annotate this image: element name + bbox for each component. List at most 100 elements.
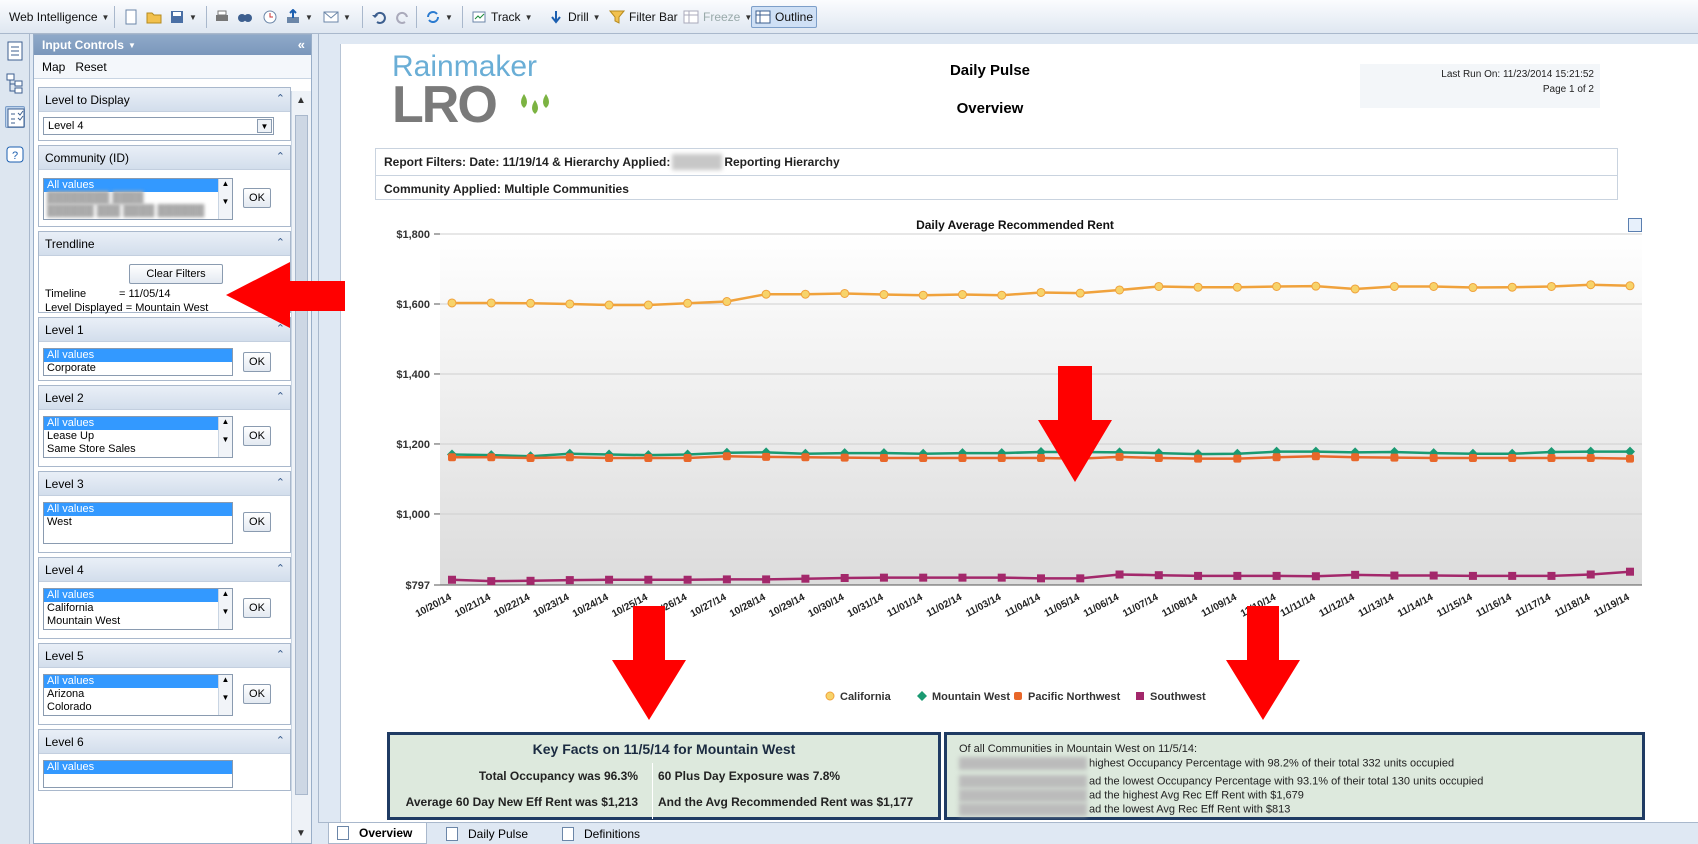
save-icon[interactable]: ▼ xyxy=(166,6,200,28)
data-point xyxy=(958,453,967,462)
undo-icon[interactable] xyxy=(368,6,390,28)
tab-definitions[interactable]: Definitions xyxy=(554,823,654,844)
level2-list[interactable]: All values Lease Up Same Store Sales ▲ ▼ xyxy=(43,416,233,458)
list-scrollbar[interactable]: ▲ ▼ xyxy=(218,179,232,219)
tab-daily-pulse[interactable]: Daily Pulse xyxy=(438,823,542,844)
email-icon[interactable]: ▼ xyxy=(320,6,354,28)
panel-scrollbar[interactable]: ▲ ▼ xyxy=(291,91,311,843)
list-item[interactable]: All values xyxy=(44,503,232,516)
help-icon[interactable]: ? xyxy=(5,144,25,166)
refresh-icon[interactable]: ▼ xyxy=(422,6,456,28)
list-item[interactable]: All values xyxy=(44,349,232,362)
list-item[interactable]: California xyxy=(44,602,232,615)
app-menu-label: Web Intelligence xyxy=(9,10,98,24)
control-title-label: Level 2 xyxy=(45,390,84,405)
collapse-chevron-icon[interactable]: ⌃ xyxy=(276,476,285,489)
find-icon[interactable] xyxy=(234,6,256,28)
track-button[interactable]: Track ▼ xyxy=(468,6,535,28)
filter-bar-label: Filter Bar xyxy=(629,10,678,24)
clear-filters-button[interactable]: Clear Filters xyxy=(129,264,223,284)
data-point xyxy=(1076,454,1085,463)
history-icon[interactable] xyxy=(259,6,281,28)
print-icon[interactable] xyxy=(211,6,233,28)
collapse-chevron-icon[interactable]: ⌃ xyxy=(276,734,285,747)
list-item[interactable]: All values xyxy=(44,589,232,602)
map-link[interactable]: Map xyxy=(42,60,65,74)
chevron-down-icon[interactable]: ▼ xyxy=(257,119,272,133)
list-item[interactable]: Corporate xyxy=(44,362,232,375)
chevron-down-icon: ▼ xyxy=(445,12,453,22)
list-item[interactable]: Lease Up xyxy=(44,430,232,443)
ok-button[interactable]: OK xyxy=(243,512,271,532)
x-tick-label: 11/15/14 xyxy=(1435,592,1474,620)
list-item[interactable]: Arizona xyxy=(44,688,232,701)
collapse-chevron-icon[interactable]: ⌃ xyxy=(276,236,285,249)
level3-list[interactable]: All values West xyxy=(43,502,233,544)
list-item[interactable]: Same Store Sales xyxy=(44,443,232,456)
ok-button[interactable]: OK xyxy=(243,684,271,704)
level6-list[interactable]: All values xyxy=(43,760,233,788)
reset-link[interactable]: Reset xyxy=(75,60,106,74)
list-item[interactable]: All values xyxy=(44,179,232,192)
collapse-panel-icon[interactable]: « xyxy=(298,37,305,52)
collapse-chevron-icon[interactable]: ⌃ xyxy=(276,92,285,105)
data-point xyxy=(565,453,574,462)
data-point xyxy=(1154,453,1163,462)
level5-list[interactable]: All values Arizona Colorado ▲ ▼ xyxy=(43,674,233,716)
x-tick-label: 11/07/14 xyxy=(1121,592,1160,620)
document-summary-icon[interactable] xyxy=(5,40,25,62)
data-point xyxy=(565,576,574,585)
list-item[interactable]: All values xyxy=(44,417,232,430)
list-scrollbar[interactable]: ▲ ▼ xyxy=(218,675,232,715)
list-item[interactable]: Mountain West xyxy=(44,615,232,628)
data-point xyxy=(1390,453,1399,462)
redo-icon[interactable] xyxy=(392,6,414,28)
filter-bar-button[interactable]: Filter Bar xyxy=(606,6,681,28)
app-menu-button[interactable]: Web Intelligence ▼ xyxy=(6,6,112,28)
legend-label: Southwest xyxy=(1150,691,1206,703)
open-folder-icon[interactable] xyxy=(143,6,165,28)
community-list[interactable]: All values ████████ ████ ██████ ███ ████… xyxy=(43,178,233,220)
data-point xyxy=(644,575,653,584)
level4-list[interactable]: All values California Mountain West ▲ ▼ xyxy=(43,588,233,630)
level-to-display-select[interactable]: Level 4 ▼ xyxy=(43,117,274,135)
ok-button[interactable]: OK xyxy=(243,352,271,372)
ok-button[interactable]: OK xyxy=(243,598,271,618)
freeze-button[interactable]: Freeze ▼ xyxy=(680,6,755,28)
list-item[interactable]: Colorado xyxy=(44,701,232,714)
export-icon[interactable]: ▼ xyxy=(282,6,316,28)
scroll-up-icon[interactable]: ▲ xyxy=(296,95,306,106)
list-item[interactable]: West xyxy=(44,516,232,529)
control-title: Level 3 ⌃ xyxy=(39,472,290,496)
list-item[interactable]: All values xyxy=(44,761,232,774)
tab-overview[interactable]: Overview xyxy=(328,823,428,844)
x-tick-label: 11/12/14 xyxy=(1317,592,1356,620)
list-scrollbar[interactable]: ▲ ▼ xyxy=(218,589,232,629)
drill-button[interactable]: Drill ▼ xyxy=(545,6,604,28)
collapse-chevron-icon[interactable]: ⌃ xyxy=(276,150,285,163)
navigation-map-icon[interactable] xyxy=(5,72,25,94)
freeze-label: Freeze xyxy=(703,10,741,24)
scroll-thumb[interactable] xyxy=(295,115,308,795)
collapse-chevron-icon[interactable]: ⌃ xyxy=(276,322,285,335)
panel-header[interactable]: Input Controls ▼ « xyxy=(34,35,311,55)
data-point xyxy=(1272,453,1281,462)
level1-list[interactable]: All values Corporate xyxy=(43,348,233,376)
collapse-chevron-icon[interactable]: ⌃ xyxy=(276,562,285,575)
tab-label: Daily Pulse xyxy=(468,826,529,841)
ok-button[interactable]: OK xyxy=(243,426,271,446)
control-title-label: Level 4 xyxy=(45,562,84,577)
ok-button[interactable]: OK xyxy=(243,188,271,208)
collapse-chevron-icon[interactable]: ⌃ xyxy=(276,648,285,661)
data-point xyxy=(1351,453,1360,462)
data-point xyxy=(1429,453,1438,462)
control-title-label: Trendline xyxy=(45,236,95,251)
legend-marker xyxy=(1014,692,1022,700)
input-controls-icon[interactable] xyxy=(5,106,25,128)
outline-button[interactable]: Outline xyxy=(751,6,818,28)
collapse-chevron-icon[interactable]: ⌃ xyxy=(276,390,285,403)
new-document-icon[interactable] xyxy=(120,6,142,28)
list-item[interactable]: All values xyxy=(44,675,232,688)
list-scrollbar[interactable]: ▲ ▼ xyxy=(218,417,232,457)
scroll-down-icon[interactable]: ▼ xyxy=(296,828,306,839)
